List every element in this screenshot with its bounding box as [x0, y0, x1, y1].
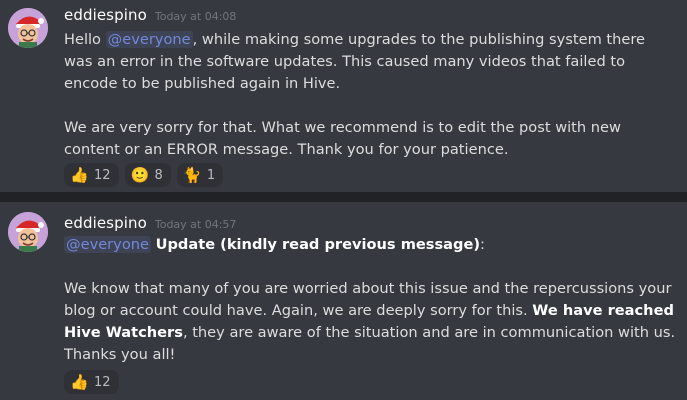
bold-text: Update (kindly read previous message) [155, 236, 481, 253]
reactions-bar: 👍 12 🙂 8 🐈 1 [64, 163, 224, 187]
mention-everyone[interactable]: @everyone [105, 31, 193, 48]
cat-icon: 🐈 [182, 166, 202, 184]
avatar[interactable] [8, 212, 48, 252]
timestamp: Today at 04:57 [154, 218, 237, 231]
message-1: eddiespino Today at 04:08 Hello @everyon… [0, 0, 687, 192]
message-divider [0, 192, 687, 202]
text-segment: Hello [64, 31, 106, 48]
reaction-count: 8 [154, 167, 163, 183]
message-content: Hello @everyone, while making some upgra… [64, 29, 676, 161]
mention-everyone[interactable]: @everyone [64, 236, 151, 253]
reaction-count: 12 [94, 167, 111, 183]
avatar-santa-icon [8, 8, 48, 48]
message-2: eddiespino Today at 04:57 @everyone Upda… [0, 202, 687, 400]
text-segment: : [480, 236, 485, 253]
message-paragraph: @everyone Update (kindly read previous m… [64, 234, 676, 256]
reaction-thumbs-up[interactable]: 👍 12 [64, 370, 119, 394]
message-paragraph: We know that many of you are worried abo… [64, 278, 676, 366]
reactions-bar: 👍 12 [64, 370, 119, 394]
message-paragraph: Hello @everyone, while making some upgra… [64, 29, 676, 95]
reaction-thumbs-up[interactable]: 👍 12 [64, 163, 119, 187]
reaction-count: 1 [206, 167, 216, 183]
thumbs-up-icon: 👍 [70, 373, 89, 391]
thumbs-up-icon: 👍 [70, 166, 89, 184]
message-header: eddiespino Today at 04:08 [64, 6, 236, 26]
reaction-count: 12 [94, 374, 111, 390]
message-header: eddiespino Today at 04:57 [64, 214, 236, 234]
reaction-cat[interactable]: 🐈 1 [176, 163, 224, 187]
avatar-santa-icon [8, 212, 48, 252]
message-paragraph: We are very sorry for that. What we reco… [64, 119, 621, 158]
avatar[interactable] [8, 8, 48, 48]
reaction-smiling-face[interactable]: 🙂 8 [124, 163, 171, 187]
message-content: @everyone Update (kindly read previous m… [64, 234, 676, 366]
slightly-smiling-face-icon: 🙂 [130, 166, 150, 184]
username[interactable]: eddiespino [64, 6, 147, 24]
username[interactable]: eddiespino [64, 214, 147, 232]
timestamp: Today at 04:08 [154, 10, 237, 23]
